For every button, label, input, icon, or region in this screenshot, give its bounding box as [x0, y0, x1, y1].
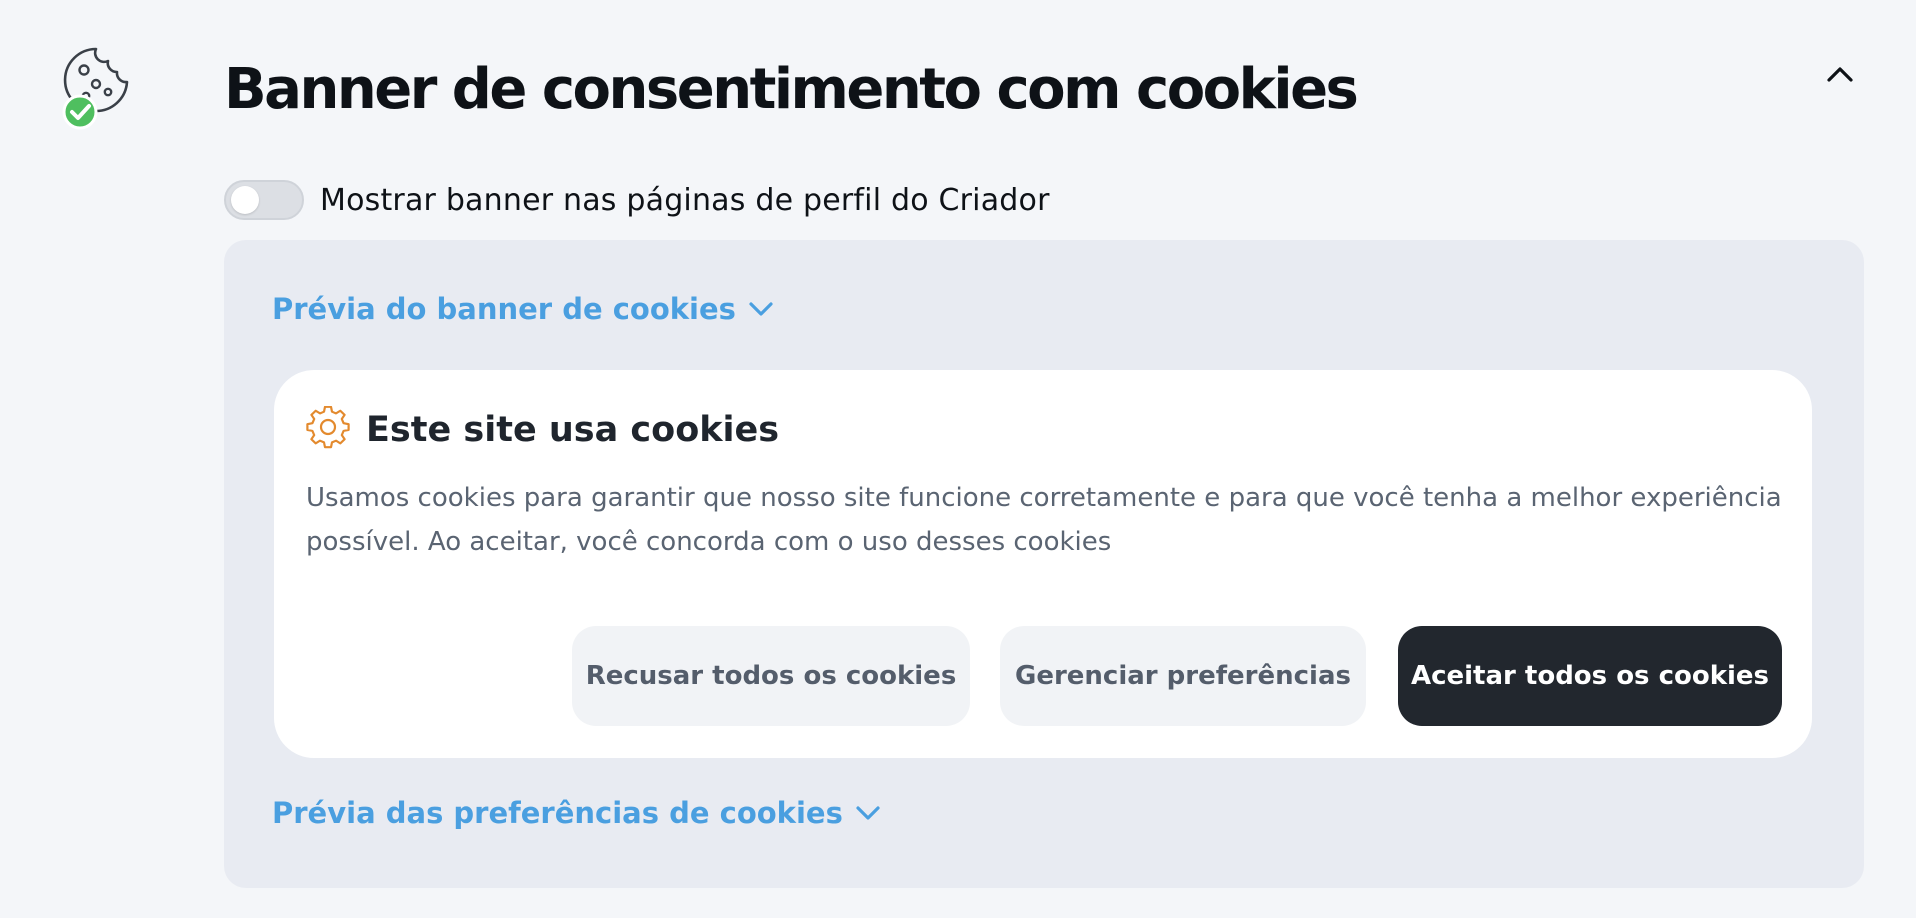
- manage-preferences-button[interactable]: Gerenciar preferências: [1000, 626, 1366, 726]
- chevron-down-icon: [748, 301, 774, 317]
- chevron-down-icon: [855, 805, 881, 821]
- card-title: Este site usa cookies: [366, 410, 780, 450]
- gear-icon: [306, 405, 350, 454]
- show-banner-toggle[interactable]: [224, 180, 304, 220]
- toggle-knob: [231, 186, 259, 214]
- accept-all-cookies-button[interactable]: Aceitar todos os cookies: [1398, 626, 1782, 726]
- banner-preview-label: Prévia do banner de cookies: [272, 292, 736, 326]
- preview-panel: Prévia do banner de cookies Este site us…: [224, 240, 1864, 888]
- check-badge-icon: [62, 94, 98, 130]
- card-header: Este site usa cookies: [306, 405, 780, 454]
- toggle-label: Mostrar banner nas páginas de perfil do …: [320, 182, 1050, 218]
- page-title: Banner de consentimento com cookies: [224, 57, 1359, 122]
- preferences-preview-toggle[interactable]: Prévia das preferências de cookies: [272, 796, 881, 830]
- cookie-consent-icon: [62, 46, 132, 130]
- card-description: Usamos cookies para garantir que nosso s…: [306, 483, 1782, 557]
- cookie-banner-card: Este site usa cookies Usamos cookies par…: [274, 370, 1812, 758]
- reject-all-cookies-button[interactable]: Recusar todos os cookies: [572, 626, 970, 726]
- toggle-row: Mostrar banner nas páginas de perfil do …: [224, 178, 1050, 222]
- collapse-button[interactable]: [1822, 56, 1858, 92]
- banner-preview-toggle[interactable]: Prévia do banner de cookies: [272, 292, 774, 326]
- chevron-up-icon: [1827, 67, 1853, 82]
- preferences-preview-label: Prévia das preferências de cookies: [272, 796, 843, 830]
